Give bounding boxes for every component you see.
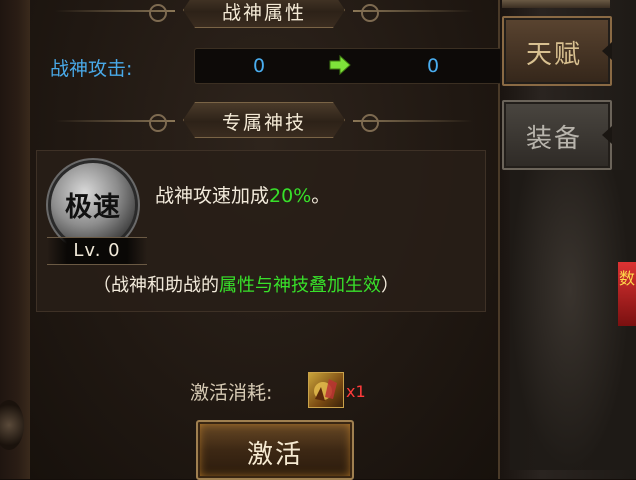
skill-desc-prefix: 战神攻速加成 — [155, 185, 270, 207]
header-ornament-right — [353, 10, 473, 12]
attack-label: 战神攻击: — [50, 58, 133, 80]
attributes-header-title: 战神属性 — [221, 2, 306, 24]
skill-level-bar: Lv. 0 — [47, 237, 147, 265]
activate-button-label: 激活 — [246, 440, 303, 470]
activate-button[interactable]: 激活 — [196, 420, 354, 480]
skill-note-suffix: ） — [381, 275, 399, 296]
skill-desc-suffix: 。 — [311, 185, 331, 207]
tab-talent[interactable]: 天赋 — [502, 16, 612, 86]
tab-talent-label: 天赋 — [525, 40, 582, 70]
item-scroll-icon[interactable] — [308, 372, 344, 408]
offscreen-red-text: 数 — [619, 269, 636, 288]
skill-desc-value: 20% — [269, 185, 312, 207]
tab-equipment[interactable]: 装备 — [502, 100, 612, 170]
dragon-relief-decoration — [510, 170, 630, 470]
attack-current-value: 0 — [253, 55, 266, 77]
arrow-right-icon — [329, 55, 351, 75]
attack-attribute-row: 战神攻击: 0 0 — [50, 48, 502, 84]
attributes-header: 战神属性 — [55, 0, 473, 28]
skill-note-prefix: （战神和助战的 — [93, 275, 219, 296]
tab-top-edge — [502, 0, 610, 8]
left-ornament — [0, 400, 24, 450]
skill-level-text: Lv. 0 — [73, 240, 121, 261]
left-background-strip — [0, 0, 30, 479]
skill-note-highlight: 属性与神技叠加生效 — [219, 275, 381, 296]
skill-header: 专属神技 — [55, 102, 473, 138]
skill-info-box: 极速 Lv. 0 战神攻速加成20%。 （战神和助战的属性与神技叠加生效） — [36, 150, 486, 312]
cost-quantity: x1 — [346, 382, 366, 401]
attack-next-value: 0 — [427, 55, 440, 77]
skill-badge-icon: 极速 — [51, 163, 135, 247]
header-ornament-left — [55, 114, 175, 132]
skill-header-title: 专属神技 — [221, 112, 306, 134]
tab-equipment-label: 装备 — [525, 124, 582, 154]
war-god-panel: 战神属性 战神攻击: 0 0 专属神技 极速 Lv. 0 战神攻速加成20%。 … — [30, 0, 502, 480]
attack-value-box: 0 0 — [194, 48, 502, 84]
item-art-icon — [314, 379, 337, 401]
skill-description: 战神攻速加成20%。 — [155, 181, 330, 208]
skill-note: （战神和助战的属性与神技叠加生效） — [93, 271, 399, 297]
cost-label: 激活消耗: — [190, 382, 273, 404]
header-ornament-right — [353, 120, 473, 122]
skill-badge-text: 极速 — [65, 192, 121, 223]
header-ornament-left — [55, 4, 175, 22]
